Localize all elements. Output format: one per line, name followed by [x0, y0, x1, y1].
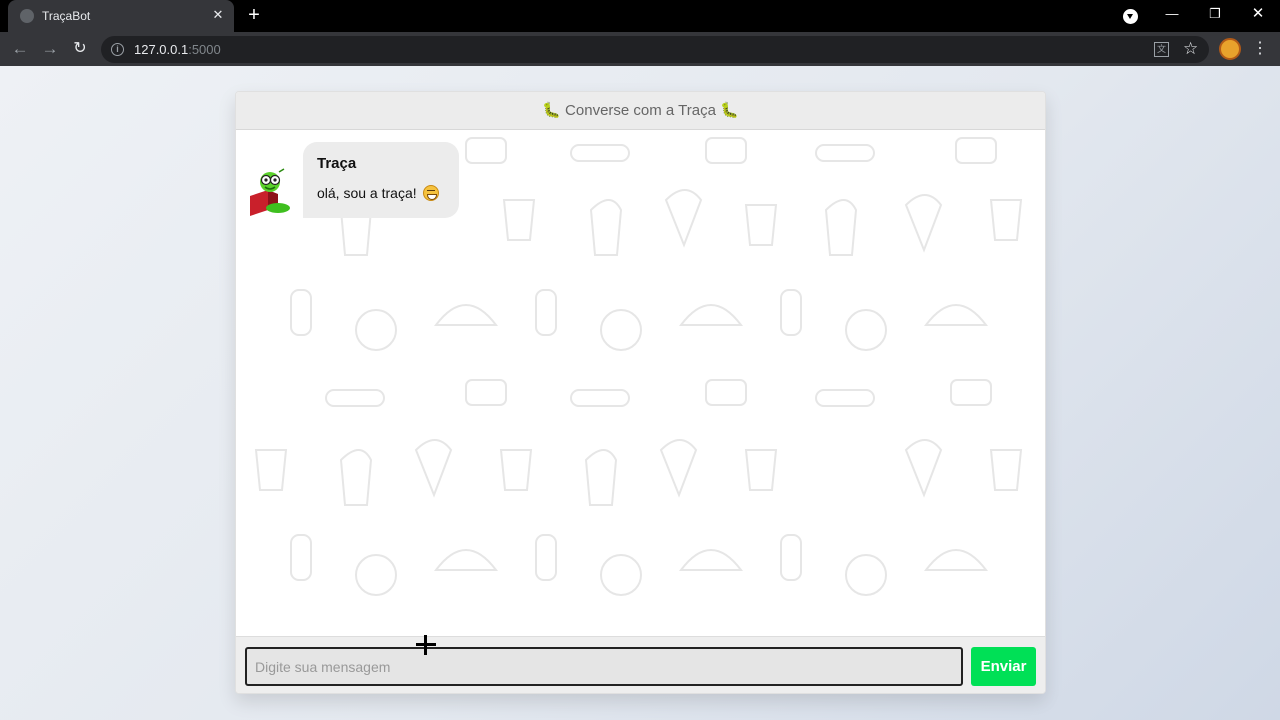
tab-search-icon[interactable] [1123, 9, 1138, 24]
globe-icon [20, 9, 34, 23]
minimize-button[interactable]: — [1160, 4, 1184, 24]
extension-icon[interactable] [1219, 38, 1241, 60]
close-window-button[interactable]: ✕ [1246, 4, 1270, 24]
bookworm-avatar [250, 168, 290, 216]
page-background: 🐛 Converse com a Traça 🐛 Traça olá, sou … [0, 66, 1280, 720]
chat-messages[interactable]: Traça olá, sou a traça! [236, 130, 1045, 636]
message-text-line: olá, sou a traça! [317, 185, 445, 201]
url-port: :5000 [188, 42, 221, 57]
message-input[interactable] [245, 647, 963, 686]
crosshair-cursor-icon [416, 635, 436, 655]
address-bar[interactable]: i 127.0.0.1:5000 文 ☆ [101, 36, 1209, 63]
tab-title: TraçaBot [42, 9, 91, 23]
url-host: 127.0.0.1 [134, 42, 189, 57]
tab-strip: TraçaBot ✕ + — ❐ ✕ [0, 0, 1280, 32]
url-text[interactable]: 127.0.0.1:5000 [134, 42, 221, 57]
message-bubble: Traça olá, sou a traça! [303, 142, 459, 218]
new-tab-button[interactable]: + [244, 5, 264, 25]
close-tab-icon[interactable]: ✕ [210, 7, 226, 23]
bookmark-star-icon[interactable]: ☆ [1183, 39, 1198, 59]
send-button[interactable]: Enviar [971, 647, 1036, 686]
forward-button[interactable]: → [39, 38, 61, 60]
info-icon[interactable]: i [111, 43, 124, 56]
chat-header: 🐛 Converse com a Traça 🐛 [236, 92, 1045, 130]
reload-button[interactable]: ↻ [69, 38, 91, 60]
translate-icon[interactable]: 文 [1154, 42, 1169, 57]
back-button[interactable]: ← [9, 38, 31, 60]
browser-tab[interactable]: TraçaBot ✕ [8, 0, 234, 32]
browser-toolbar: ← → ↻ i 127.0.0.1:5000 文 ☆ [0, 32, 1280, 66]
restore-button[interactable]: ❐ [1203, 4, 1227, 24]
chat-input-area: Enviar [236, 636, 1045, 693]
browser-menu-icon[interactable]: ⋮ [1252, 38, 1268, 60]
sender-name: Traça [317, 155, 357, 172]
chat-window: 🐛 Converse com a Traça 🐛 Traça olá, sou … [235, 91, 1046, 694]
message-text: olá, sou a traça! [317, 185, 417, 201]
grinning-face-icon [422, 185, 439, 201]
